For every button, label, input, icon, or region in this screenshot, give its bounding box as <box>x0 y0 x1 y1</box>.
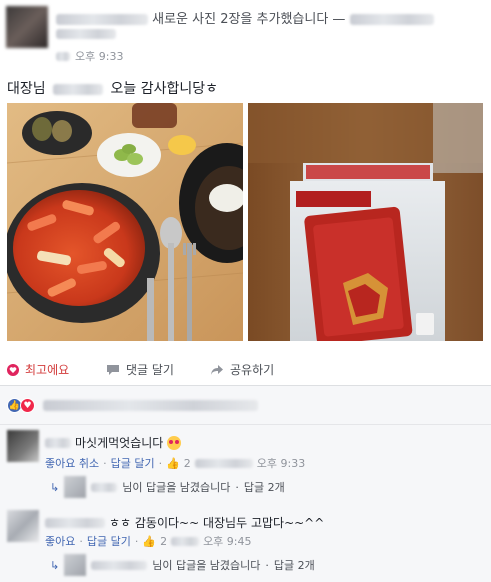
post-meta: 오후 9:33 <box>56 48 123 64</box>
reply-link[interactable]: 답글 달기 <box>111 455 155 471</box>
post-text-start: 대장님 <box>7 81 46 97</box>
replier-name-redacted <box>91 482 118 492</box>
comment-meta: 좋아요 · 답글 달기 · 👍 2 오후 9:45 <box>45 533 252 549</box>
edited-info-redacted <box>194 458 253 468</box>
post-text-end: 오늘 감사합니당ㅎ <box>110 81 219 97</box>
comment-like-count[interactable]: 2 <box>160 535 167 548</box>
post-photo-food[interactable] <box>7 103 243 341</box>
reply-count: 답글 2개 <box>243 481 285 494</box>
post-action-bar: 최고에요 댓글 달기 공유하기 <box>0 355 491 383</box>
author-name-redacted[interactable] <box>56 14 148 25</box>
reply-arrow-icon: ↳ <box>50 558 60 572</box>
like-link[interactable]: 좋아요 <box>45 533 75 549</box>
comment-like-count[interactable]: 2 <box>184 457 191 470</box>
share-button[interactable]: 공유하기 <box>210 361 274 378</box>
share-label: 공유하기 <box>230 363 275 377</box>
meta-separator: · <box>235 480 239 494</box>
comment-avatar[interactable] <box>7 430 39 462</box>
reply-count: 답글 2개 <box>273 559 315 572</box>
reply-arrow-icon: ↳ <box>50 480 60 494</box>
love-reaction-icon: ♥ <box>20 398 35 413</box>
comment-body: 마싯게먹엇습니다 <box>45 434 182 451</box>
comment-text: ㅎㅎ 감동이다~~ 대장님두 고맙다~~^^ <box>109 516 325 530</box>
comment-time[interactable]: 오후 9:33 <box>257 455 305 471</box>
share-icon <box>211 364 223 375</box>
reply-text: 님이 답글을 남겼습니다 <box>122 481 231 494</box>
reply-text: 님이 답글을 남겼습니다 <box>152 559 261 572</box>
mentioned-name-redacted[interactable] <box>53 83 104 95</box>
like-button[interactable]: 최고에요 <box>7 361 69 378</box>
meta-separator: · <box>265 558 269 572</box>
comment-time[interactable]: 오후 9:45 <box>203 533 251 549</box>
like-label: 최고에요 <box>25 363 70 377</box>
post-action-text: 새로운 사진 2장을 추가했습니다 — <box>152 12 346 27</box>
comments-section: 👍 ♥ 마싯게먹엇습니다 좋아요 취소 · 답글 달기 · 👍 2 오후 9:3… <box>0 386 491 582</box>
commenter-name-redacted[interactable] <box>45 437 71 448</box>
reply-summary[interactable]: ↳ 님이 답글을 남겼습니다 · 답글 2개 <box>50 554 315 576</box>
comment-meta: 좋아요 취소 · 답글 달기 · 👍 2 오후 9:33 <box>45 455 305 471</box>
meta-separator: · <box>134 534 139 548</box>
comment-text: 마싯게먹엇습니다 <box>75 436 164 450</box>
comment-avatar[interactable] <box>7 510 39 542</box>
post-timestamp[interactable]: 오후 9:33 <box>75 48 123 64</box>
food-photo-image <box>7 103 243 341</box>
reactor-names-redacted[interactable] <box>43 400 258 411</box>
post-photo-gift[interactable] <box>248 103 483 341</box>
tagged-name-redacted[interactable] <box>349 14 434 25</box>
post-header: 새로운 사진 2장을 추가했습니다 — 오후 9:33 <box>0 0 491 63</box>
reactions-summary[interactable]: 👍 ♥ <box>7 398 258 413</box>
thumbs-up-icon: 👍 <box>166 456 180 470</box>
reactions-divider <box>0 424 491 425</box>
reply-link[interactable]: 답글 달기 <box>87 533 131 549</box>
reply-summary[interactable]: ↳ 님이 답글을 남겼습니다 · 답글 2개 <box>50 476 285 498</box>
meta-separator: · <box>158 456 163 470</box>
edited-info-redacted <box>171 536 200 546</box>
heart-eyes-emoji-icon <box>167 435 182 450</box>
gift-photo-image <box>248 103 483 341</box>
comment-label: 댓글 달기 <box>126 363 174 377</box>
post-text: 대장님 오늘 감사합니당ㅎ <box>7 78 218 98</box>
comment-body: ㅎㅎ 감동이다~~ 대장님두 고맙다~~^^ <box>45 514 324 531</box>
commenter-name-redacted[interactable] <box>45 517 105 528</box>
header-second-line <box>56 26 116 39</box>
meta-separator: · <box>79 534 83 548</box>
comment-icon <box>107 364 119 375</box>
meta-separator: · <box>103 456 107 470</box>
post-header-line: 새로운 사진 2장을 추가했습니다 — <box>56 8 434 27</box>
privacy-redacted <box>56 51 70 61</box>
love-reaction-icon <box>7 363 19 376</box>
unlike-link[interactable]: 좋아요 취소 <box>45 455 99 471</box>
replier-avatar <box>64 554 87 576</box>
author-avatar[interactable] <box>6 6 48 48</box>
replier-name-redacted <box>91 560 148 570</box>
comment-button[interactable]: 댓글 달기 <box>106 361 174 378</box>
thumbs-up-icon: 👍 <box>142 534 157 548</box>
tagged-names-redacted[interactable] <box>56 28 116 39</box>
replier-avatar <box>64 476 87 498</box>
